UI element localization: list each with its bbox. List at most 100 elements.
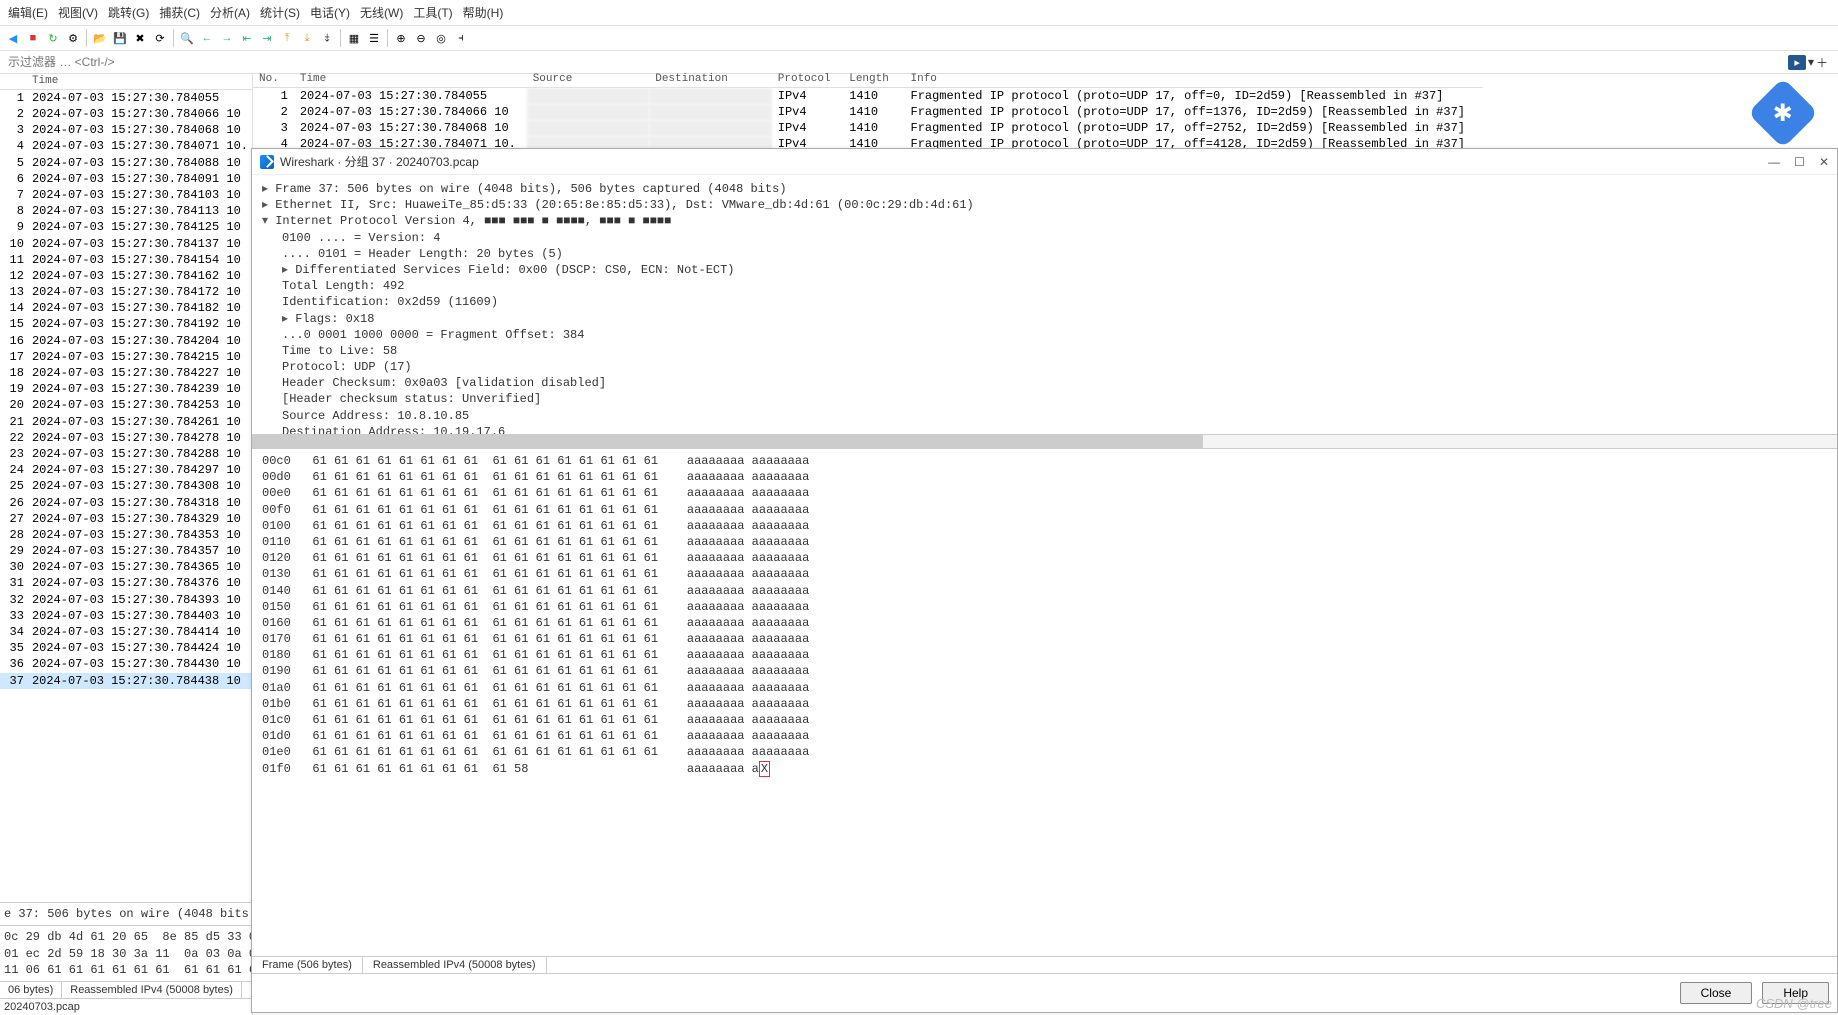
sub-titlebar[interactable]: Wireshark · 分组 37 · 20240703.pcap — ☐ ✕ <box>252 149 1837 175</box>
col-header[interactable]: Source <box>527 72 650 87</box>
packet-row[interactable]: 82024-07-03 15:27:30.784113 10 <box>0 203 252 219</box>
tree-field[interactable]: Flags: 0x18 <box>262 311 1827 327</box>
packet-row[interactable]: 72024-07-03 15:27:30.784103 10 <box>0 187 252 203</box>
tree-field[interactable]: Source Address: 10.8.10.85 <box>262 408 1827 424</box>
col-header[interactable]: Protocol <box>772 72 843 87</box>
col-header[interactable]: Length <box>843 72 904 87</box>
packet-row[interactable]: 22024-07-03 15:27:30.784066 10 IPv41410F… <box>253 104 1483 120</box>
tree-frame[interactable]: Frame 37: 506 bytes on wire (4048 bits),… <box>262 181 1827 197</box>
zoom-out-icon[interactable]: ⊖ <box>412 29 430 47</box>
first-icon[interactable]: ⤒ <box>278 29 296 47</box>
tree-hscroll[interactable] <box>252 435 1837 449</box>
filter-add-icon[interactable]: ＋ <box>1816 54 1828 71</box>
hex-row[interactable]: 0100 61 61 61 61 61 61 61 61 61 61 61 61… <box>262 518 1827 534</box>
start-capture-icon[interactable]: ◀ <box>4 29 22 47</box>
hex-row[interactable]: 01c0 61 61 61 61 61 61 61 61 61 61 61 61… <box>262 712 1827 728</box>
tree-field[interactable]: Time to Live: 58 <box>262 343 1827 359</box>
packet-row[interactable]: 302024-07-03 15:27:30.784365 10 <box>0 559 252 575</box>
packet-row[interactable]: 262024-07-03 15:27:30.784318 10 <box>0 495 252 511</box>
stop-capture-icon[interactable]: ■ <box>24 29 42 47</box>
hex-row[interactable]: 00e0 61 61 61 61 61 61 61 61 61 61 61 61… <box>262 485 1827 501</box>
packet-row[interactable]: 192024-07-03 15:27:30.784239 10 <box>0 381 252 397</box>
hex-row[interactable]: 01b0 61 61 61 61 61 61 61 61 61 61 61 61… <box>262 696 1827 712</box>
packet-row[interactable]: 172024-07-03 15:27:30.784215 10 <box>0 349 252 365</box>
hex-pane[interactable]: 00c0 61 61 61 61 61 61 61 61 61 61 61 61… <box>252 449 1837 956</box>
hex-row[interactable]: 01a0 61 61 61 61 61 61 61 61 61 61 61 61… <box>262 680 1827 696</box>
close-button[interactable]: Close <box>1680 982 1753 1004</box>
tree-field[interactable]: .... 0101 = Header Length: 20 bytes (5) <box>262 246 1827 262</box>
packet-row[interactable]: 112024-07-03 15:27:30.784154 10 <box>0 252 252 268</box>
hex-row[interactable]: 0180 61 61 61 61 61 61 61 61 61 61 61 61… <box>262 647 1827 663</box>
hex-row[interactable]: 0130 61 61 61 61 61 61 61 61 61 61 61 61… <box>262 566 1827 582</box>
hex-row[interactable]: 0160 61 61 61 61 61 61 61 61 61 61 61 61… <box>262 615 1827 631</box>
packet-row[interactable]: 92024-07-03 15:27:30.784125 10 <box>0 219 252 235</box>
col-header[interactable]: Time <box>28 74 252 89</box>
hex-row[interactable]: 00c0 61 61 61 61 61 61 61 61 61 61 61 61… <box>262 453 1827 469</box>
packet-list-wide[interactable]: No.TimeSourceDestinationProtocolLengthIn… <box>253 72 1483 150</box>
resize-cols-icon[interactable]: ⫞ <box>452 29 470 47</box>
hex-row[interactable]: 0140 61 61 61 61 61 61 61 61 61 61 61 61… <box>262 583 1827 599</box>
packet-row[interactable]: 252024-07-03 15:27:30.784308 10 <box>0 478 252 494</box>
menu-item[interactable]: 统计(S) <box>260 4 300 21</box>
packet-row[interactable]: 102024-07-03 15:27:30.784137 10 <box>0 236 252 252</box>
packet-row[interactable]: 52024-07-03 15:27:30.784088 10 <box>0 155 252 171</box>
packet-row[interactable]: 202024-07-03 15:27:30.784253 10 <box>0 397 252 413</box>
tree-field[interactable]: 0100 .... = Version: 4 <box>262 230 1827 246</box>
tree-field[interactable]: Differentiated Services Field: 0x00 (DSC… <box>262 262 1827 278</box>
packet-row[interactable]: 312024-07-03 15:27:30.784376 10 <box>0 575 252 591</box>
tree-field[interactable]: Identification: 0x2d59 (11609) <box>262 294 1827 310</box>
packet-row[interactable]: 352024-07-03 15:27:30.784424 10 <box>0 640 252 656</box>
display-filter-input[interactable] <box>4 53 1788 71</box>
close-icon[interactable]: ✕ <box>1819 155 1829 169</box>
hex-row[interactable]: 0150 61 61 61 61 61 61 61 61 61 61 61 61… <box>262 599 1827 615</box>
hex-row[interactable]: 00d0 61 61 61 61 61 61 61 61 61 61 61 61… <box>262 469 1827 485</box>
restart-capture-icon[interactable]: ↻ <box>44 29 62 47</box>
packet-row[interactable]: 232024-07-03 15:27:30.784288 10 <box>0 446 252 462</box>
hex-row[interactable]: 0190 61 61 61 61 61 61 61 61 61 61 61 61… <box>262 663 1827 679</box>
packet-row[interactable]: 272024-07-03 15:27:30.784329 10 <box>0 511 252 527</box>
filter-apply-icon[interactable]: ▸ <box>1788 55 1806 70</box>
col-header[interactable]: No. <box>253 72 294 87</box>
menu-item[interactable]: 帮助(H) <box>463 4 504 21</box>
tree-field[interactable]: Header Checksum: 0x0a03 [validation disa… <box>262 375 1827 391</box>
filter-dropdown-icon[interactable]: ▾ <box>1808 55 1814 69</box>
menu-item[interactable]: 编辑(E) <box>8 4 48 21</box>
packet-row[interactable]: 42024-07-03 15:27:30.784071 10. <box>0 138 252 154</box>
tab[interactable]: Reassembled IPv4 (50008 bytes) <box>363 957 547 973</box>
packet-row[interactable]: 182024-07-03 15:27:30.784227 10 <box>0 365 252 381</box>
help-button[interactable]: Help <box>1762 982 1829 1004</box>
next-icon[interactable]: → <box>218 29 236 47</box>
hex-row[interactable]: 01f0 61 61 61 61 61 61 61 61 61 58 aaaaa… <box>262 761 1827 777</box>
menu-item[interactable]: 捕获(C) <box>159 4 200 21</box>
capture-options-icon[interactable]: ⚙ <box>64 29 82 47</box>
tree-field[interactable]: Protocol: UDP (17) <box>262 359 1827 375</box>
zoom-in-icon[interactable]: ⊕ <box>392 29 410 47</box>
prev-icon[interactable]: ← <box>198 29 216 47</box>
tree-field[interactable]: ...0 0001 1000 0000 = Fragment Offset: 3… <box>262 327 1827 343</box>
packet-row[interactable]: 62024-07-03 15:27:30.784091 10 <box>0 171 252 187</box>
tree-ipv4[interactable]: Internet Protocol Version 4, ■■■ ■■■ ■ ■… <box>262 213 1827 229</box>
packet-row[interactable]: 12024-07-03 15:27:30.784055 IPv41410Frag… <box>253 87 1483 104</box>
packet-row[interactable]: 292024-07-03 15:27:30.784357 10 <box>0 543 252 559</box>
packet-list[interactable]: Time 12024-07-03 15:27:30.78405522024-07… <box>0 74 252 902</box>
last-icon[interactable]: ⤓ <box>298 29 316 47</box>
tree-field[interactable]: [Header checksum status: Unverified] <box>262 391 1827 407</box>
jump-prev-icon[interactable]: ⇤ <box>238 29 256 47</box>
packet-row[interactable]: 32024-07-03 15:27:30.784068 10 <box>0 122 252 138</box>
col-header[interactable]: Destination <box>649 72 772 87</box>
packet-row[interactable]: 12024-07-03 15:27:30.784055 <box>0 89 252 106</box>
minimize-icon[interactable]: — <box>1768 155 1780 169</box>
menu-item[interactable]: 电话(Y) <box>310 4 350 21</box>
menu-item[interactable]: 无线(W) <box>360 4 403 21</box>
packet-row[interactable]: 32024-07-03 15:27:30.784068 10 IPv41410F… <box>253 120 1483 136</box>
packet-row[interactable]: 372024-07-03 15:27:30.784438 10 <box>0 673 252 689</box>
menu-item[interactable]: 跳转(G) <box>108 4 149 21</box>
hex-row[interactable]: 0120 61 61 61 61 61 61 61 61 61 61 61 61… <box>262 550 1827 566</box>
menu-item[interactable]: 视图(V) <box>58 4 98 21</box>
packet-row[interactable]: 132024-07-03 15:27:30.784172 10 <box>0 284 252 300</box>
packet-row[interactable]: 322024-07-03 15:27:30.784393 10 <box>0 592 252 608</box>
packet-row[interactable]: 22024-07-03 15:27:30.784066 10 <box>0 106 252 122</box>
save-file-icon[interactable]: 💾 <box>111 29 129 47</box>
packet-row[interactable]: 342024-07-03 15:27:30.784414 10 <box>0 624 252 640</box>
packet-row[interactable]: 122024-07-03 15:27:30.784162 10 <box>0 268 252 284</box>
